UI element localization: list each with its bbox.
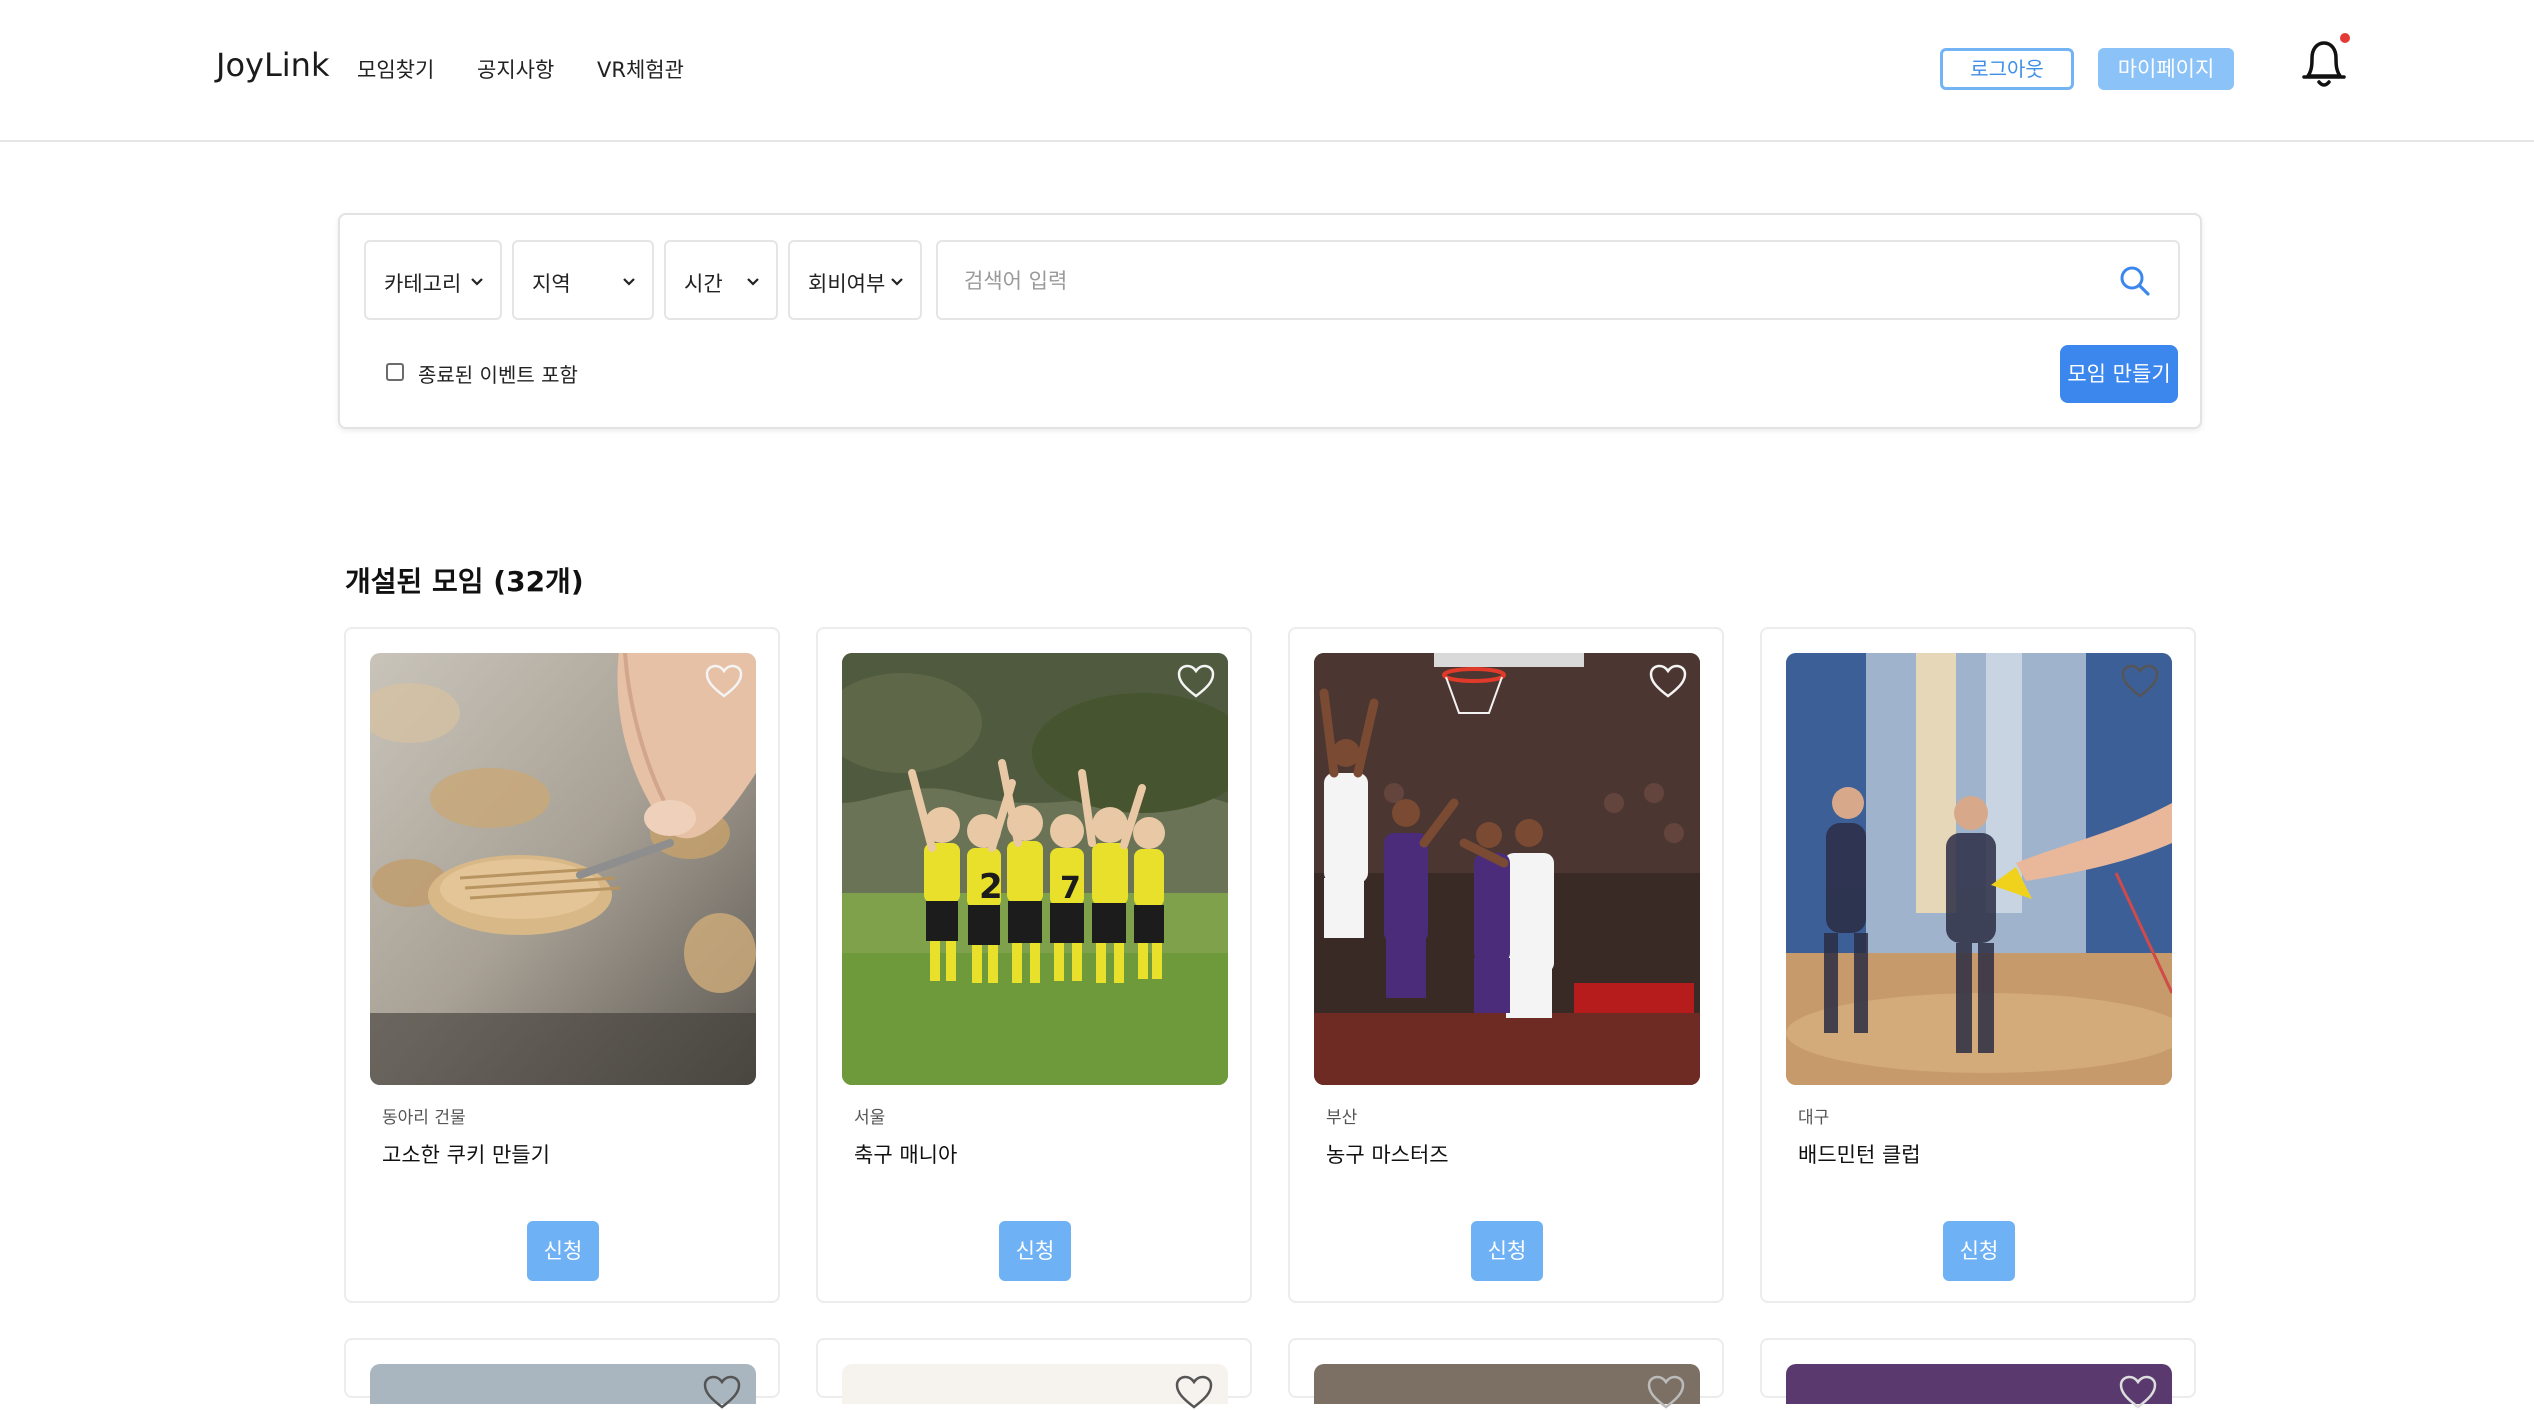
cookie-image [370, 653, 756, 1085]
chevron-down-icon [623, 278, 635, 286]
search-input[interactable] [962, 262, 2086, 300]
chevron-down-icon [747, 278, 759, 286]
apply-button[interactable]: 신청 [1943, 1221, 2015, 1281]
search-panel: 카테고리 지역 시간 회비여부 종료된 이벤트 포함 모임 만들기 [338, 213, 2202, 429]
group-card[interactable]: RD [1288, 627, 1724, 1303]
group-card[interactable] [344, 1338, 780, 1409]
kids-soccer-image: 2 7 [842, 653, 1228, 1085]
heart-icon[interactable] [1646, 1374, 1686, 1410]
region-select-label: 지역 [532, 272, 571, 296]
create-group-button[interactable]: 모임 만들기 [2060, 345, 2178, 403]
mypage-button[interactable]: 마이페이지 [2098, 48, 2234, 90]
group-card[interactable] [1288, 1338, 1724, 1409]
logout-button[interactable]: 로그아웃 [1940, 48, 2074, 90]
card-image [1786, 1364, 2172, 1404]
heart-icon[interactable] [702, 1374, 742, 1410]
badminton-image [1786, 653, 2172, 1085]
card-location: 부산 [1326, 1108, 1358, 1128]
time-select[interactable]: 시간 [664, 240, 778, 320]
card-title[interactable]: 농구 마스터즈 [1326, 1139, 1449, 1169]
heart-icon[interactable] [704, 663, 744, 699]
chevron-down-icon [471, 278, 483, 286]
search-icon[interactable] [2118, 264, 2152, 298]
chevron-down-icon [891, 278, 903, 286]
group-card[interactable] [816, 1338, 1252, 1409]
card-location: 서울 [854, 1108, 886, 1128]
fee-select[interactable]: 회비여부 [788, 240, 922, 320]
apply-button[interactable]: 신청 [999, 1221, 1071, 1281]
group-card[interactable] [1760, 1338, 2196, 1409]
heart-icon[interactable] [1174, 1374, 1214, 1410]
card-title[interactable]: 고소한 쿠키 만들기 [382, 1139, 550, 1169]
card-location: 동아리 건물 [382, 1108, 466, 1128]
basketball-image: RD [1314, 653, 1700, 1085]
notification-bell-icon[interactable] [2296, 32, 2352, 94]
heart-icon[interactable] [2120, 663, 2160, 699]
fee-select-label: 회비여부 [808, 272, 886, 296]
card-title[interactable]: 축구 매니아 [854, 1139, 957, 1169]
search-box [936, 240, 2180, 320]
card-location: 대구 [1798, 1108, 1830, 1128]
card-image [842, 1364, 1228, 1404]
region-select[interactable]: 지역 [512, 240, 654, 320]
heart-icon[interactable] [1648, 663, 1688, 699]
notification-dot [2340, 33, 2350, 43]
card-image [370, 1364, 756, 1404]
nav-notices[interactable]: 공지사항 [477, 54, 554, 84]
section-title: 개설된 모임 (32개) [345, 565, 584, 598]
nav-vr[interactable]: VR체험관 [597, 54, 684, 84]
svg-text:2: 2 [979, 867, 1003, 907]
card-image [1314, 1364, 1700, 1404]
heart-icon[interactable] [1176, 663, 1216, 699]
include-ended-checkbox[interactable] [386, 363, 404, 381]
time-select-label: 시간 [684, 272, 723, 296]
svg-text:7: 7 [1060, 871, 1081, 906]
category-select[interactable]: 카테고리 [364, 240, 502, 320]
logo[interactable]: JoyLink [216, 46, 329, 84]
group-card[interactable]: 대구 배드민턴 클럽 신청 [1760, 627, 2196, 1303]
heart-icon[interactable] [2118, 1374, 2158, 1410]
include-ended-label: 종료된 이벤트 포함 [418, 363, 578, 387]
apply-button[interactable]: 신청 [1471, 1221, 1543, 1281]
group-card[interactable]: 동아리 건물 고소한 쿠키 만들기 신청 [344, 627, 780, 1303]
card-title[interactable]: 배드민턴 클럽 [1798, 1139, 1921, 1169]
apply-button[interactable]: 신청 [527, 1221, 599, 1281]
category-select-label: 카테고리 [384, 272, 462, 296]
top-header: JoyLink 모임찾기 공지사항 VR체험관 로그아웃 마이페이지 [0, 0, 2534, 142]
group-card[interactable]: 2 7 서울 축구 매니아 신청 [816, 627, 1252, 1303]
nav-find-groups[interactable]: 모임찾기 [357, 54, 434, 84]
